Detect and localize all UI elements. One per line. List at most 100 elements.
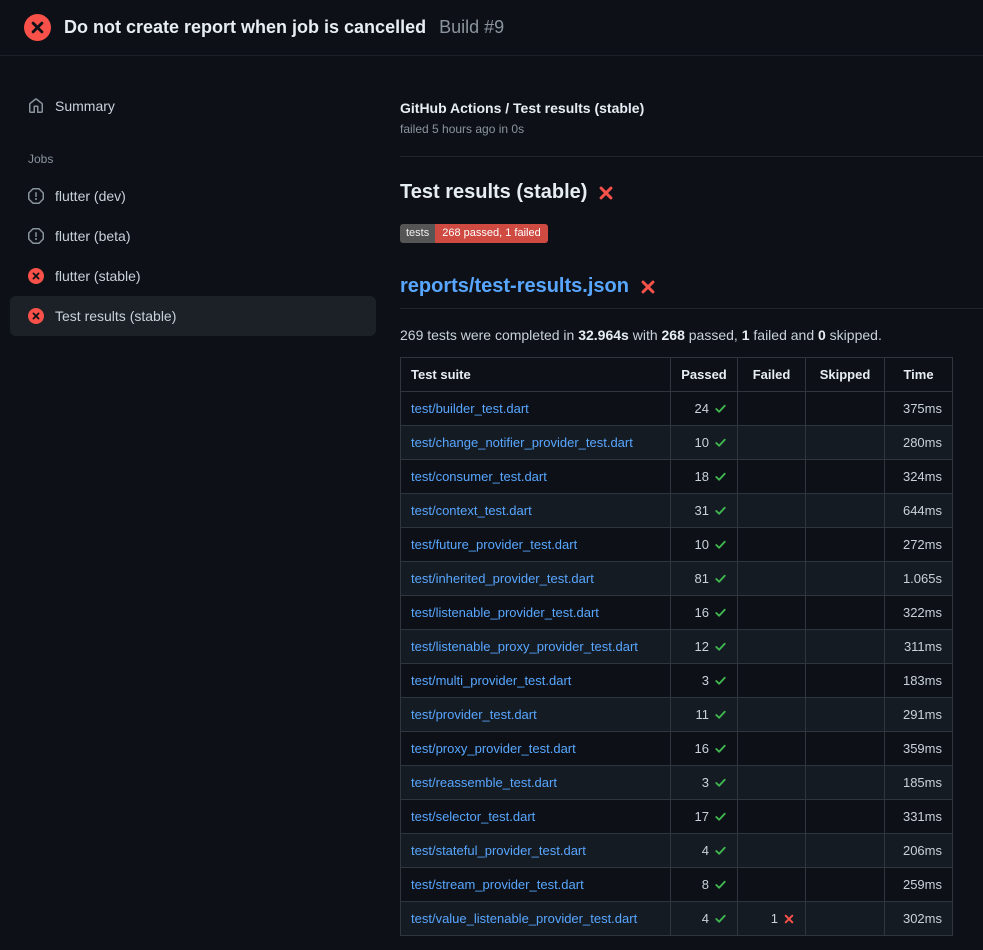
- check-icon: [714, 912, 727, 925]
- breadcrumb: GitHub Actions / Test results (stable): [400, 100, 983, 116]
- check-icon: [714, 436, 727, 449]
- failed-icon: [28, 268, 44, 284]
- skipped-cell: [806, 460, 885, 494]
- suite-link[interactable]: test/builder_test.dart: [411, 401, 529, 416]
- suite-link[interactable]: test/value_listenable_provider_test.dart: [411, 911, 637, 926]
- col-skipped: Skipped: [806, 358, 885, 392]
- time-cell: 322ms: [885, 596, 953, 630]
- passed-count: 12: [695, 639, 709, 654]
- check-icon: [714, 640, 727, 653]
- badge-value: 268 passed, 1 failed: [435, 224, 547, 243]
- table-row: test/listenable_proxy_provider_test.dart…: [401, 630, 953, 664]
- passed-count: 10: [695, 435, 709, 450]
- suite-link[interactable]: test/selector_test.dart: [411, 809, 535, 824]
- check-icon: [714, 742, 727, 755]
- skipped-cell: [806, 494, 885, 528]
- suite-link[interactable]: test/stream_provider_test.dart: [411, 877, 584, 892]
- suite-cell: test/stream_provider_test.dart: [401, 868, 671, 902]
- sidebar-item-test-results-stable[interactable]: Test results (stable): [10, 296, 376, 336]
- passed-cell: 3: [671, 664, 738, 698]
- failed-cell: [738, 732, 806, 766]
- check-icon: [714, 844, 727, 857]
- suite-cell: test/change_notifier_provider_test.dart: [401, 426, 671, 460]
- check-icon: [714, 878, 727, 891]
- skipped-cell: [806, 562, 885, 596]
- run-failed-icon: [24, 14, 51, 41]
- suite-link[interactable]: test/stateful_provider_test.dart: [411, 843, 586, 858]
- suite-link[interactable]: test/consumer_test.dart: [411, 469, 547, 484]
- failed-cell: [738, 834, 806, 868]
- home-icon: [28, 98, 44, 114]
- passed-count: 81: [695, 571, 709, 586]
- passed-count: 4: [702, 843, 709, 858]
- skipped-cell: [806, 528, 885, 562]
- passed-count: 8: [702, 877, 709, 892]
- suite-link[interactable]: test/inherited_provider_test.dart: [411, 571, 594, 586]
- passed-cell: 81: [671, 562, 738, 596]
- suite-cell: test/multi_provider_test.dart: [401, 664, 671, 698]
- passed-cell: 10: [671, 528, 738, 562]
- col-test-suite: Test suite: [401, 358, 671, 392]
- passed-count: 16: [695, 605, 709, 620]
- passed-cell: 8: [671, 868, 738, 902]
- time-cell: 311ms: [885, 630, 953, 664]
- sidebar-item-flutter-beta[interactable]: flutter (beta): [10, 216, 376, 256]
- run-header: Do not create report when job is cancell…: [0, 0, 983, 56]
- suite-link[interactable]: test/change_notifier_provider_test.dart: [411, 435, 633, 450]
- suite-link[interactable]: test/proxy_provider_test.dart: [411, 741, 576, 756]
- suite-link[interactable]: test/context_test.dart: [411, 503, 532, 518]
- skipped-cell: [806, 868, 885, 902]
- sidebar-summary-label: Summary: [55, 98, 115, 114]
- passed-cell: 31: [671, 494, 738, 528]
- suite-link[interactable]: test/multi_provider_test.dart: [411, 673, 571, 688]
- passed-count: 24: [695, 401, 709, 416]
- passed-count: 18: [695, 469, 709, 484]
- skipped-cell: [806, 834, 885, 868]
- skipped-cell: [806, 392, 885, 426]
- table-row: test/change_notifier_provider_test.dart 1…: [401, 426, 953, 460]
- passed-count: 11: [696, 707, 710, 722]
- sidebar: Summary Jobs flutter (dev) flutter (beta…: [0, 56, 400, 950]
- check-icon: [714, 674, 727, 687]
- jobs-section-label: Jobs: [28, 152, 376, 166]
- failed-cell: [738, 494, 806, 528]
- failed-cell: [738, 460, 806, 494]
- sidebar-item-flutter-stable[interactable]: flutter (stable): [10, 256, 376, 296]
- time-cell: 302ms: [885, 902, 953, 936]
- sidebar-item-summary[interactable]: Summary: [10, 86, 376, 126]
- time-cell: 359ms: [885, 732, 953, 766]
- failed-cell: [738, 766, 806, 800]
- time-cell: 272ms: [885, 528, 953, 562]
- suite-link[interactable]: test/listenable_provider_test.dart: [411, 605, 599, 620]
- time-cell: 183ms: [885, 664, 953, 698]
- section-title-text: Test results (stable): [400, 181, 587, 204]
- time-cell: 291ms: [885, 698, 953, 732]
- table-row: test/selector_test.dart17331ms: [401, 800, 953, 834]
- skipped-cell: [806, 596, 885, 630]
- passed-cell: 3: [671, 766, 738, 800]
- table-row: test/future_provider_test.dart 10 272ms: [401, 528, 953, 562]
- x-icon: [783, 913, 795, 925]
- suite-link[interactable]: test/future_provider_test.dart: [411, 537, 577, 552]
- suite-link[interactable]: test/reassemble_test.dart: [411, 775, 557, 790]
- check-icon: [714, 538, 727, 551]
- report-link[interactable]: reports/test-results.json: [400, 275, 629, 298]
- passed-count: 16: [695, 741, 709, 756]
- failed-cell: [738, 562, 806, 596]
- time-cell: 185ms: [885, 766, 953, 800]
- check-icon: [714, 572, 727, 585]
- suite-cell: test/stateful_provider_test.dart: [401, 834, 671, 868]
- sidebar-item-flutter-dev[interactable]: flutter (dev): [10, 176, 376, 216]
- table-row: test/listenable_provider_test.dart 16 322m…: [401, 596, 953, 630]
- skipped-cell: [806, 732, 885, 766]
- failed-cell: [738, 392, 806, 426]
- suite-link[interactable]: test/provider_test.dart: [411, 707, 537, 722]
- suite-link[interactable]: test/listenable_proxy_provider_test.dart: [411, 639, 638, 654]
- time-cell: 280ms: [885, 426, 953, 460]
- table-row: test/consumer_test.dart18324ms: [401, 460, 953, 494]
- test-results-table: Test suite Passed Failed Skipped Time te…: [400, 357, 953, 936]
- report-heading: reports/test-results.json: [400, 275, 983, 309]
- badge-label: tests: [400, 224, 435, 243]
- failed-cell: 1: [738, 902, 806, 936]
- sidebar-job-label: flutter (beta): [55, 228, 130, 244]
